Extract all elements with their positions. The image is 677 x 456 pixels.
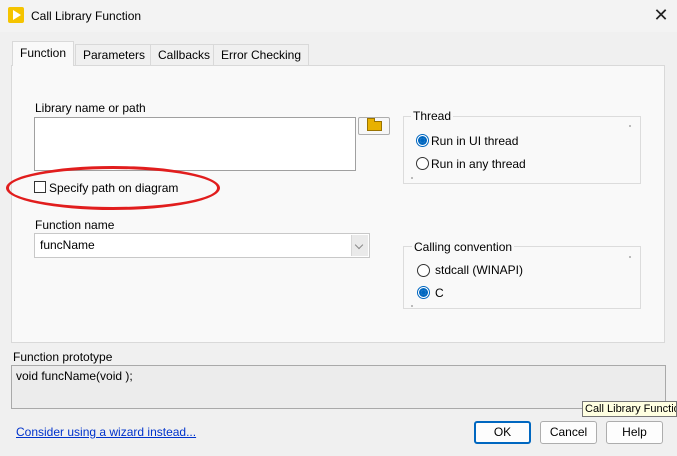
group-corner-dot <box>411 177 413 179</box>
group-corner-dot <box>629 256 631 258</box>
library-path-label: Library name or path <box>35 101 146 115</box>
function-name-combobox[interactable]: funcName <box>34 233 370 258</box>
folder-open-icon <box>367 118 382 131</box>
specify-path-label: Specify path on diagram <box>49 181 179 195</box>
help-button[interactable]: Help <box>606 421 663 444</box>
title-bar: Call Library Function ✕ <box>0 0 677 32</box>
close-icon[interactable]: ✕ <box>650 4 672 26</box>
window-title: Call Library Function <box>31 9 142 23</box>
chevron-down-icon[interactable] <box>351 235 368 256</box>
tab-error-checking[interactable]: Error Checking <box>213 44 310 65</box>
radio-stdcall[interactable] <box>417 264 430 277</box>
tab-callbacks[interactable]: Callbacks <box>150 44 219 65</box>
run-any-thread-label: Run in any thread <box>431 157 526 171</box>
radio-run-any-thread[interactable] <box>416 157 429 170</box>
tab-function[interactable]: Function <box>12 41 75 66</box>
stdcall-label: stdcall (WINAPI) <box>435 263 524 277</box>
radio-run-ui-thread[interactable] <box>416 134 429 147</box>
tooltip: Call Library Function <box>582 401 677 417</box>
library-path-input[interactable] <box>34 117 356 171</box>
run-ui-thread-label: Run in UI thread <box>431 134 519 148</box>
group-corner-dot <box>411 305 413 307</box>
thread-group-title: Thread <box>411 109 454 123</box>
function-prototype-text: void funcName(void ); <box>16 369 133 383</box>
group-corner-dot <box>629 125 631 127</box>
function-prototype-label: Function prototype <box>13 350 113 364</box>
ok-button[interactable]: OK <box>474 421 531 444</box>
specify-path-checkbox[interactable] <box>34 181 46 193</box>
function-name-value: funcName <box>40 238 95 252</box>
labview-run-icon <box>8 7 24 23</box>
thread-group <box>403 116 641 184</box>
function-name-label: Function name <box>35 218 115 232</box>
wizard-link[interactable]: Consider using a wizard instead... <box>16 425 196 439</box>
radio-c-convention[interactable] <box>417 286 430 299</box>
calling-convention-title: Calling convention <box>412 240 515 254</box>
tab-parameters[interactable]: Parameters <box>75 44 154 65</box>
function-prototype-box: void funcName(void ); <box>11 365 666 409</box>
cancel-button[interactable]: Cancel <box>540 421 597 444</box>
c-convention-label: C <box>435 286 444 300</box>
browse-button[interactable] <box>358 117 390 135</box>
